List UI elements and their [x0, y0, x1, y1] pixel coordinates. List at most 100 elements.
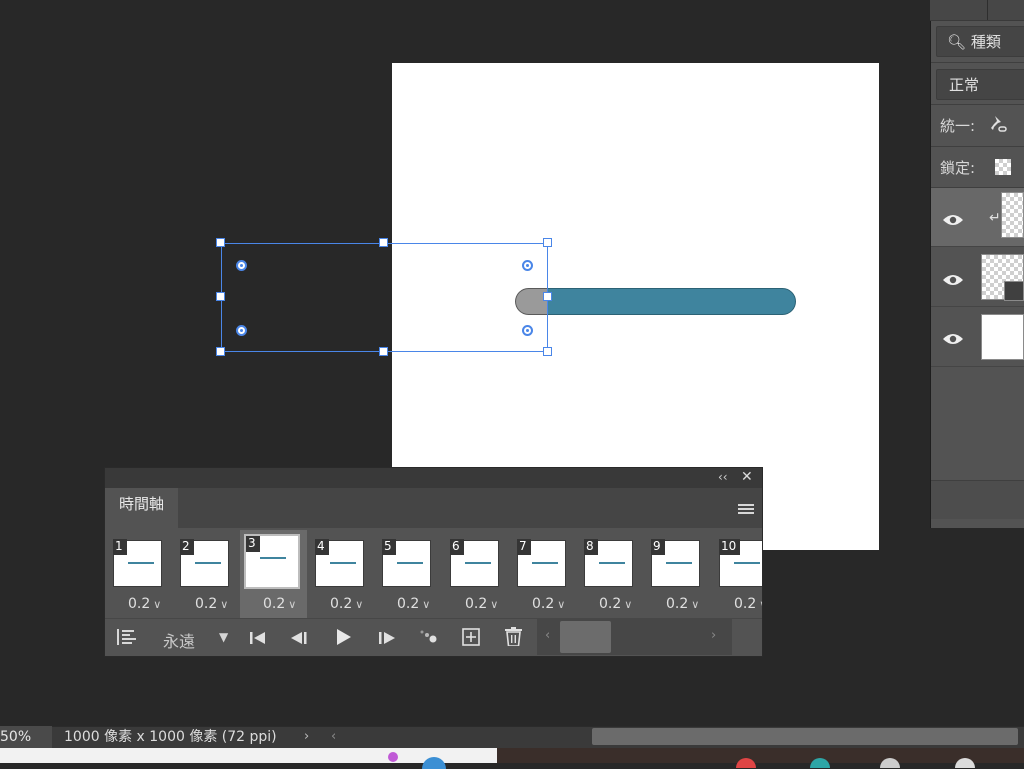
previous-frame-icon[interactable] [291, 630, 307, 649]
frame-delay-select[interactable]: 0.2∨ [397, 596, 430, 612]
animation-frame[interactable]: 8 0.2 ∨ [576, 530, 643, 618]
shape-layer-icon [1004, 281, 1024, 301]
divider [931, 146, 1024, 147]
trash-icon[interactable] [505, 627, 522, 650]
chevron-down-icon: ∨ [422, 598, 431, 611]
frame-delay-value: 0.2 [599, 596, 622, 612]
animation-frame[interactable]: 5 0.2 ∨ [374, 530, 441, 618]
layer-filter-kind[interactable]: 🔍︎ 種類 [936, 26, 1024, 57]
blend-mode-value: 正常 [949, 76, 980, 94]
chevron-down-icon: ∨ [759, 598, 762, 611]
layer-thumbnail [1001, 192, 1024, 238]
play-icon[interactable] [337, 629, 351, 649]
frame-number: 7 [517, 539, 531, 555]
frame-delay-value: 0.2 [397, 596, 420, 612]
frame-number: 8 [584, 539, 598, 555]
eye-icon[interactable] [942, 272, 964, 286]
layers-panel-tabbar [930, 0, 1024, 21]
frame-delay-select[interactable]: 0.2∨ [465, 596, 498, 612]
chevron-down-icon: ∨ [624, 598, 633, 611]
animation-frame[interactable]: 2 0.2 ∨ [172, 530, 239, 618]
chevron-down-icon[interactable]: ▼ [219, 630, 228, 644]
chevron-down-icon: ∨ [490, 598, 499, 611]
chevron-down-icon: ∨ [557, 598, 566, 611]
duplicate-frame-icon[interactable] [462, 628, 480, 650]
app-icon[interactable] [388, 752, 398, 762]
frame-thumbnail-bar [599, 562, 625, 564]
frame-delay-select[interactable]: 0.2∨ [734, 596, 762, 612]
frame-delay-select[interactable]: 0.2∨ [599, 596, 632, 612]
chevron-down-icon: ∨ [153, 598, 162, 611]
frame-delay-select[interactable]: 0.2∨ [263, 596, 296, 612]
frame-thumbnail-bar [465, 562, 491, 564]
convert-to-video-timeline-icon[interactable] [117, 628, 137, 650]
frame-thumbnail-bar [397, 562, 423, 564]
scroll-left-icon[interactable]: ‹ [331, 729, 336, 744]
frame-delay-select[interactable]: 0.2∨ [666, 596, 699, 612]
lock-label: 鎖定: [940, 159, 976, 177]
divider [931, 104, 1024, 105]
frame-delay-value: 0.2 [532, 596, 555, 612]
clipping-mask-icon: ↵ [989, 210, 1001, 226]
frame-number: 4 [315, 539, 329, 555]
animation-frame[interactable]: 3 0.2 ∨ [240, 530, 307, 618]
frame-delay-value: 0.2 [195, 596, 218, 612]
blend-mode-select[interactable]: 正常 [936, 69, 1024, 100]
unify-position-icon[interactable] [989, 114, 1007, 134]
animation-frame[interactable]: 4 0.2 ∨ [307, 530, 374, 618]
scroll-right-icon[interactable]: › [711, 628, 716, 643]
chevron-down-icon: ∨ [355, 598, 364, 611]
frame-delay-select[interactable]: 0.2∨ [195, 596, 228, 612]
frame-number: 9 [651, 539, 665, 555]
frame-delay-value: 0.2 [263, 596, 286, 612]
frame-delay-select[interactable]: 0.2∨ [330, 596, 363, 612]
frame-delay-select[interactable]: 0.2∨ [128, 596, 161, 612]
layer-thumbnail [981, 314, 1024, 360]
frame-delay-value: 0.2 [128, 596, 151, 612]
frame-delay-value: 0.2 [465, 596, 488, 612]
frame-thumbnail-bar [666, 562, 692, 564]
next-frame-icon[interactable] [379, 630, 395, 649]
chevron-down-icon: ∨ [691, 598, 700, 611]
lock-transparent-pixels-icon[interactable] [995, 159, 1011, 175]
animation-frame[interactable]: 9 0.2 ∨ [643, 530, 710, 618]
scroll-left-icon[interactable]: ‹ [545, 628, 550, 643]
frame-delay-select[interactable]: 0.2∨ [532, 596, 565, 612]
frame-thumbnail-bar [330, 562, 356, 564]
frame-number: 10 [719, 539, 741, 555]
zoom-level[interactable]: 50% [0, 726, 52, 748]
layer-filter-label: 種類 [970, 33, 1001, 51]
status-menu-arrow-icon[interactable]: › [304, 729, 309, 744]
frame-thumbnail-bar [128, 562, 154, 564]
frame-thumbnail-bar [260, 557, 286, 559]
chevron-down-icon: ∨ [288, 598, 297, 611]
frame-number: 6 [450, 539, 464, 555]
frame-number: 1 [113, 539, 127, 555]
eye-icon[interactable] [942, 212, 964, 226]
first-frame-icon[interactable] [250, 630, 266, 649]
horizontal-scrollbar-thumb[interactable] [592, 728, 1018, 745]
animation-frame[interactable]: 6 0.2 ∨ [442, 530, 509, 618]
chevron-down-icon: ∨ [220, 598, 229, 611]
divider [931, 62, 1024, 63]
frame-delay-value: 0.2 [666, 596, 689, 612]
frames-scrollbar-thumb[interactable] [560, 621, 611, 653]
frame-delay-value: 0.2 [734, 596, 757, 612]
frame-number: 2 [180, 539, 194, 555]
taskbar-window [0, 748, 497, 763]
frame-thumbnail-bar [734, 562, 760, 564]
unify-label: 統一: [940, 117, 976, 135]
frame-number: 3 [246, 536, 260, 552]
animation-frame[interactable]: 7 0.2 ∨ [509, 530, 576, 618]
document-info: 1000 像素 x 1000 像素 (72 ppi) [64, 729, 277, 745]
tween-icon[interactable] [419, 629, 439, 649]
frame-delay-value: 0.2 [330, 596, 353, 612]
layers-panel-footer [931, 481, 1024, 519]
animation-frame[interactable]: 10 0.2∨ [711, 530, 762, 618]
frame-thumbnail-bar [195, 562, 221, 564]
loop-option-label[interactable]: 永遠 [163, 628, 195, 652]
eye-icon[interactable] [942, 331, 964, 345]
frame-number: 5 [382, 539, 396, 555]
frame-thumbnail-bar [532, 562, 558, 564]
animation-frame[interactable]: 1 0.2 ∨ [105, 530, 172, 618]
